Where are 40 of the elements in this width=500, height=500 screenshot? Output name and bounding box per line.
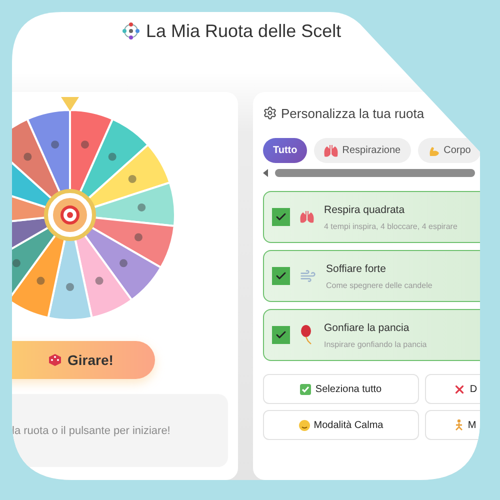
lungs-icon <box>300 210 314 224</box>
checkmark-icon <box>275 211 287 223</box>
filter-tab[interactable]: Respirazione <box>314 138 411 163</box>
smiley-icon <box>298 420 310 430</box>
spin-button[interactable]: Girare! <box>12 341 155 379</box>
filter-tab[interactable]: Corpo <box>418 138 480 163</box>
checkmark-icon <box>300 384 312 394</box>
panel-title: Personalizza la tua ruota <box>281 106 424 120</box>
activity-title: Respira quadrata <box>324 204 406 216</box>
arm-icon <box>428 144 440 156</box>
checkbox[interactable] <box>272 208 290 226</box>
action-button[interactable]: Modalità Calma <box>263 410 419 440</box>
figure-icon <box>454 419 464 431</box>
lungs-icon <box>324 144 338 158</box>
app-title: La Mia Ruota delle Scelt <box>146 20 342 42</box>
activity-card[interactable]: Gonfiare la pancia Inspirare gonfiando la pancia <box>263 309 480 361</box>
activity-description: Come spegnere delle candele <box>326 280 432 290</box>
activity-card[interactable]: Soffiare forte Come spegnere delle candele <box>263 250 480 302</box>
activity-title: Gonfiare la pancia <box>324 322 410 334</box>
action-button[interactable]: M <box>425 410 480 440</box>
action-button[interactable]: Seleziona tutto <box>263 374 419 404</box>
activity-title: Soffiare forte <box>326 262 387 274</box>
settings-icon <box>263 106 277 120</box>
checkmark-icon <box>275 329 287 341</box>
scroll-left-icon[interactable] <box>263 169 269 177</box>
action-button[interactable]: D <box>425 374 480 404</box>
scrollbar-thumb[interactable] <box>275 169 475 177</box>
checkbox[interactable] <box>272 267 290 285</box>
activity-card[interactable]: Respira quadrata 4 tempi inspira, 4 bloccare, 4 espirare <box>263 191 480 243</box>
filter-tab[interactable]: Tutto <box>263 138 308 163</box>
message-text: la ruota o il pulsante per iniziare! <box>12 424 170 436</box>
activity-description: 4 tempi inspira, 4 bloccare, 4 espirare <box>324 222 458 230</box>
ferris-wheel-icon <box>122 22 140 40</box>
close-icon <box>452 382 466 396</box>
wind-icon <box>300 268 316 284</box>
balloon-icon <box>300 325 314 345</box>
dice-icon <box>48 353 62 367</box>
activity-description: Inspirare gonfiando la pancia <box>324 340 427 348</box>
checkmark-icon <box>275 270 287 282</box>
checkbox[interactable] <box>272 326 290 344</box>
